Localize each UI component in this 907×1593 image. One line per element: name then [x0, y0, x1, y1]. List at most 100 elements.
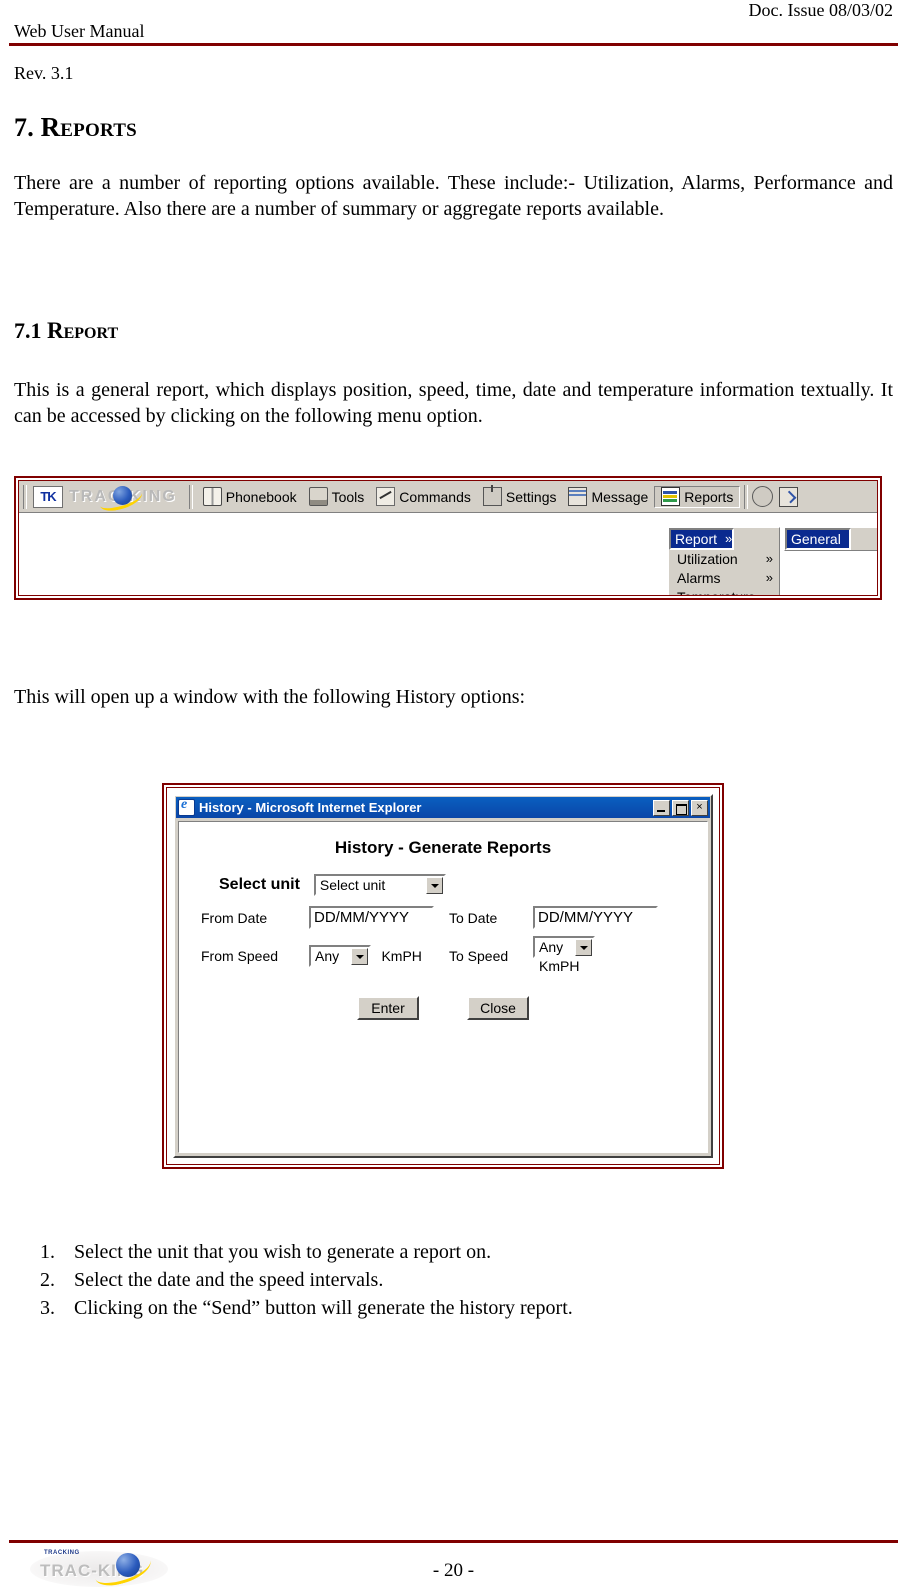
toolbar-item-reports-label: Reports — [684, 488, 734, 505]
from-speed-unit: KmPH — [381, 948, 422, 964]
header-manual-title: Web User Manual — [14, 21, 145, 41]
section-71-number: 7.1 — [14, 318, 42, 343]
section-71-title: Report — [47, 318, 119, 343]
menu-item-utilization[interactable]: Utilization » — [669, 550, 779, 569]
date-speed-grid: From Date To Date From Speed Any KmPH — [201, 906, 685, 976]
chevron-down-icon[interactable] — [425, 876, 443, 894]
footer-rule — [9, 1540, 898, 1543]
submenu-arrow-icon: » — [765, 551, 773, 566]
logo-badge-text: TK — [40, 489, 56, 504]
toolbar-item-reports[interactable]: Reports — [654, 485, 741, 508]
section-7-title: Reports — [40, 112, 137, 142]
to-date-label: To Date — [449, 909, 498, 926]
exit-icon[interactable] — [779, 486, 799, 507]
help-icon[interactable] — [752, 486, 774, 507]
to-date-input[interactable] — [533, 906, 658, 929]
menu-item-utilization-label: Utilization — [677, 551, 738, 567]
window-controls: × — [653, 799, 708, 816]
section-7-paragraph-wrap: There are a number of reporting options … — [14, 170, 893, 222]
toolbar-divider-logo — [188, 484, 193, 509]
history-dialog-figure: History - Microsoft Internet Explorer × … — [162, 783, 724, 1169]
toolbar-item-message[interactable]: Message — [562, 486, 654, 508]
internet-explorer-icon — [178, 797, 195, 816]
menu-item-report-label: Report — [675, 531, 718, 547]
toolbar-item-commands[interactable]: Commands — [370, 486, 477, 508]
chevron-down-icon[interactable] — [351, 947, 368, 965]
report-submenu: General — [784, 527, 877, 551]
select-unit-row: Select unit Select unit — [201, 874, 685, 896]
toolbar-divider-left — [23, 484, 27, 509]
antenna-icon — [482, 485, 502, 506]
to-speed-value: Any — [539, 939, 564, 955]
history-dialog-inner: History - Microsoft Internet Explorer × … — [166, 787, 720, 1165]
section-71-heading: 7.1 Report — [14, 318, 893, 344]
submenu-item-general[interactable]: General — [785, 528, 851, 550]
window-title: History - Microsoft Internet Explorer — [199, 800, 422, 815]
dialog-button-row: Enter Close — [201, 996, 685, 1020]
section-7-number: 7. — [14, 113, 34, 142]
toolbox-icon — [308, 487, 328, 506]
select-unit-label: Select unit — [219, 876, 300, 893]
section-71-paragraph-wrap: This is a general report, which displays… — [14, 377, 893, 429]
after-figure-text-wrap: This will open up a window with the foll… — [14, 684, 893, 710]
header-revision: Rev. 3.1 — [14, 63, 74, 83]
section-71-paragraph: This is a general report, which displays… — [14, 379, 893, 427]
toolbar-item-tools[interactable]: Tools — [303, 486, 371, 508]
header-doc-issue: Doc. Issue 08/03/02 — [748, 0, 893, 20]
to-speed-dropdown[interactable]: Any — [533, 936, 595, 958]
minimize-button[interactable] — [653, 799, 670, 816]
select-unit-dropdown[interactable]: Select unit — [313, 874, 446, 896]
list-item: Select the date and the speed intervals. — [60, 1266, 893, 1294]
from-speed-value: Any — [315, 948, 340, 964]
reports-dropdown-menu: Report » Utilization » Alarms » Temperat… — [668, 527, 780, 595]
from-date-input[interactable] — [309, 906, 434, 929]
toolbar-divider-right — [744, 484, 749, 509]
from-speed-dropdown[interactable]: Any — [309, 945, 371, 967]
menu-item-report[interactable]: Report » — [669, 528, 735, 550]
section-7-heading-wrap: 7. Reports — [14, 112, 893, 143]
logo-wordmark: TRAC-KING — [69, 483, 181, 514]
chart-icon — [661, 487, 681, 506]
submenu-arrow-icon: » — [765, 570, 773, 585]
logo-badge-icon: TK — [33, 485, 63, 508]
toolbar-item-phonebook[interactable]: Phonebook — [197, 486, 303, 508]
envelope-icon — [568, 487, 588, 506]
from-date-label: From Date — [201, 909, 268, 926]
select-unit-value: Select unit — [319, 877, 386, 893]
toolbar-item-commands-label: Commands — [399, 488, 471, 505]
book-icon — [202, 487, 222, 506]
section-7-paragraph: There are a number of reporting options … — [14, 172, 893, 220]
steps-list: Select the unit that you wish to generat… — [14, 1238, 893, 1322]
section-7-heading: 7. Reports — [14, 112, 893, 143]
toolbar-item-message-label: Message — [591, 488, 649, 505]
submenu-arrow-icon: » — [725, 531, 733, 546]
page-number: - 20 - — [432, 1560, 475, 1581]
header-rule — [9, 43, 898, 46]
to-speed-label: To Speed — [449, 948, 509, 964]
toolbar-item-settings[interactable]: Settings — [477, 485, 563, 508]
window-titlebar[interactable]: History - Microsoft Internet Explorer × — [176, 797, 710, 818]
menu-item-alarms[interactable]: Alarms » — [669, 569, 779, 588]
steps-wrap: Select the unit that you wish to generat… — [14, 1238, 893, 1322]
after-figure-text: This will open up a window with the foll… — [14, 686, 526, 708]
chevron-down-icon[interactable] — [575, 938, 592, 956]
list-item: Clicking on the “Send” button will gener… — [60, 1294, 893, 1322]
window-content: History - Generate Reports Select unit S… — [178, 821, 708, 1153]
header-left: Web User Manual Rev. 3.1 — [14, 0, 145, 84]
application-toolbar: TK TRAC-KING Phonebook Tools Commands — [19, 481, 877, 514]
enter-button[interactable]: Enter — [357, 996, 419, 1020]
to-speed-unit: KmPH — [539, 958, 580, 974]
toolbar-item-tools-label: Tools — [331, 488, 365, 505]
submenu-item-general-label: General — [791, 531, 841, 547]
history-form: Select unit Select unit From Date To Dat… — [179, 874, 707, 1020]
close-dialog-button[interactable]: Close — [467, 996, 529, 1020]
history-window: History - Microsoft Internet Explorer × … — [173, 794, 713, 1158]
menu-item-alarms-label: Alarms — [677, 570, 721, 586]
menu-item-temperature[interactable]: Temperature — [669, 588, 779, 595]
toolbar-item-phonebook-label: Phonebook — [225, 488, 297, 505]
menubar-screenshot-figure: TK TRAC-KING Phonebook Tools Commands — [14, 476, 882, 600]
menu-item-temperature-label: Temperature — [677, 589, 756, 595]
section-71-heading-wrap: 7.1 Report — [14, 318, 893, 344]
close-button[interactable]: × — [691, 799, 708, 816]
maximize-button[interactable] — [672, 799, 689, 816]
